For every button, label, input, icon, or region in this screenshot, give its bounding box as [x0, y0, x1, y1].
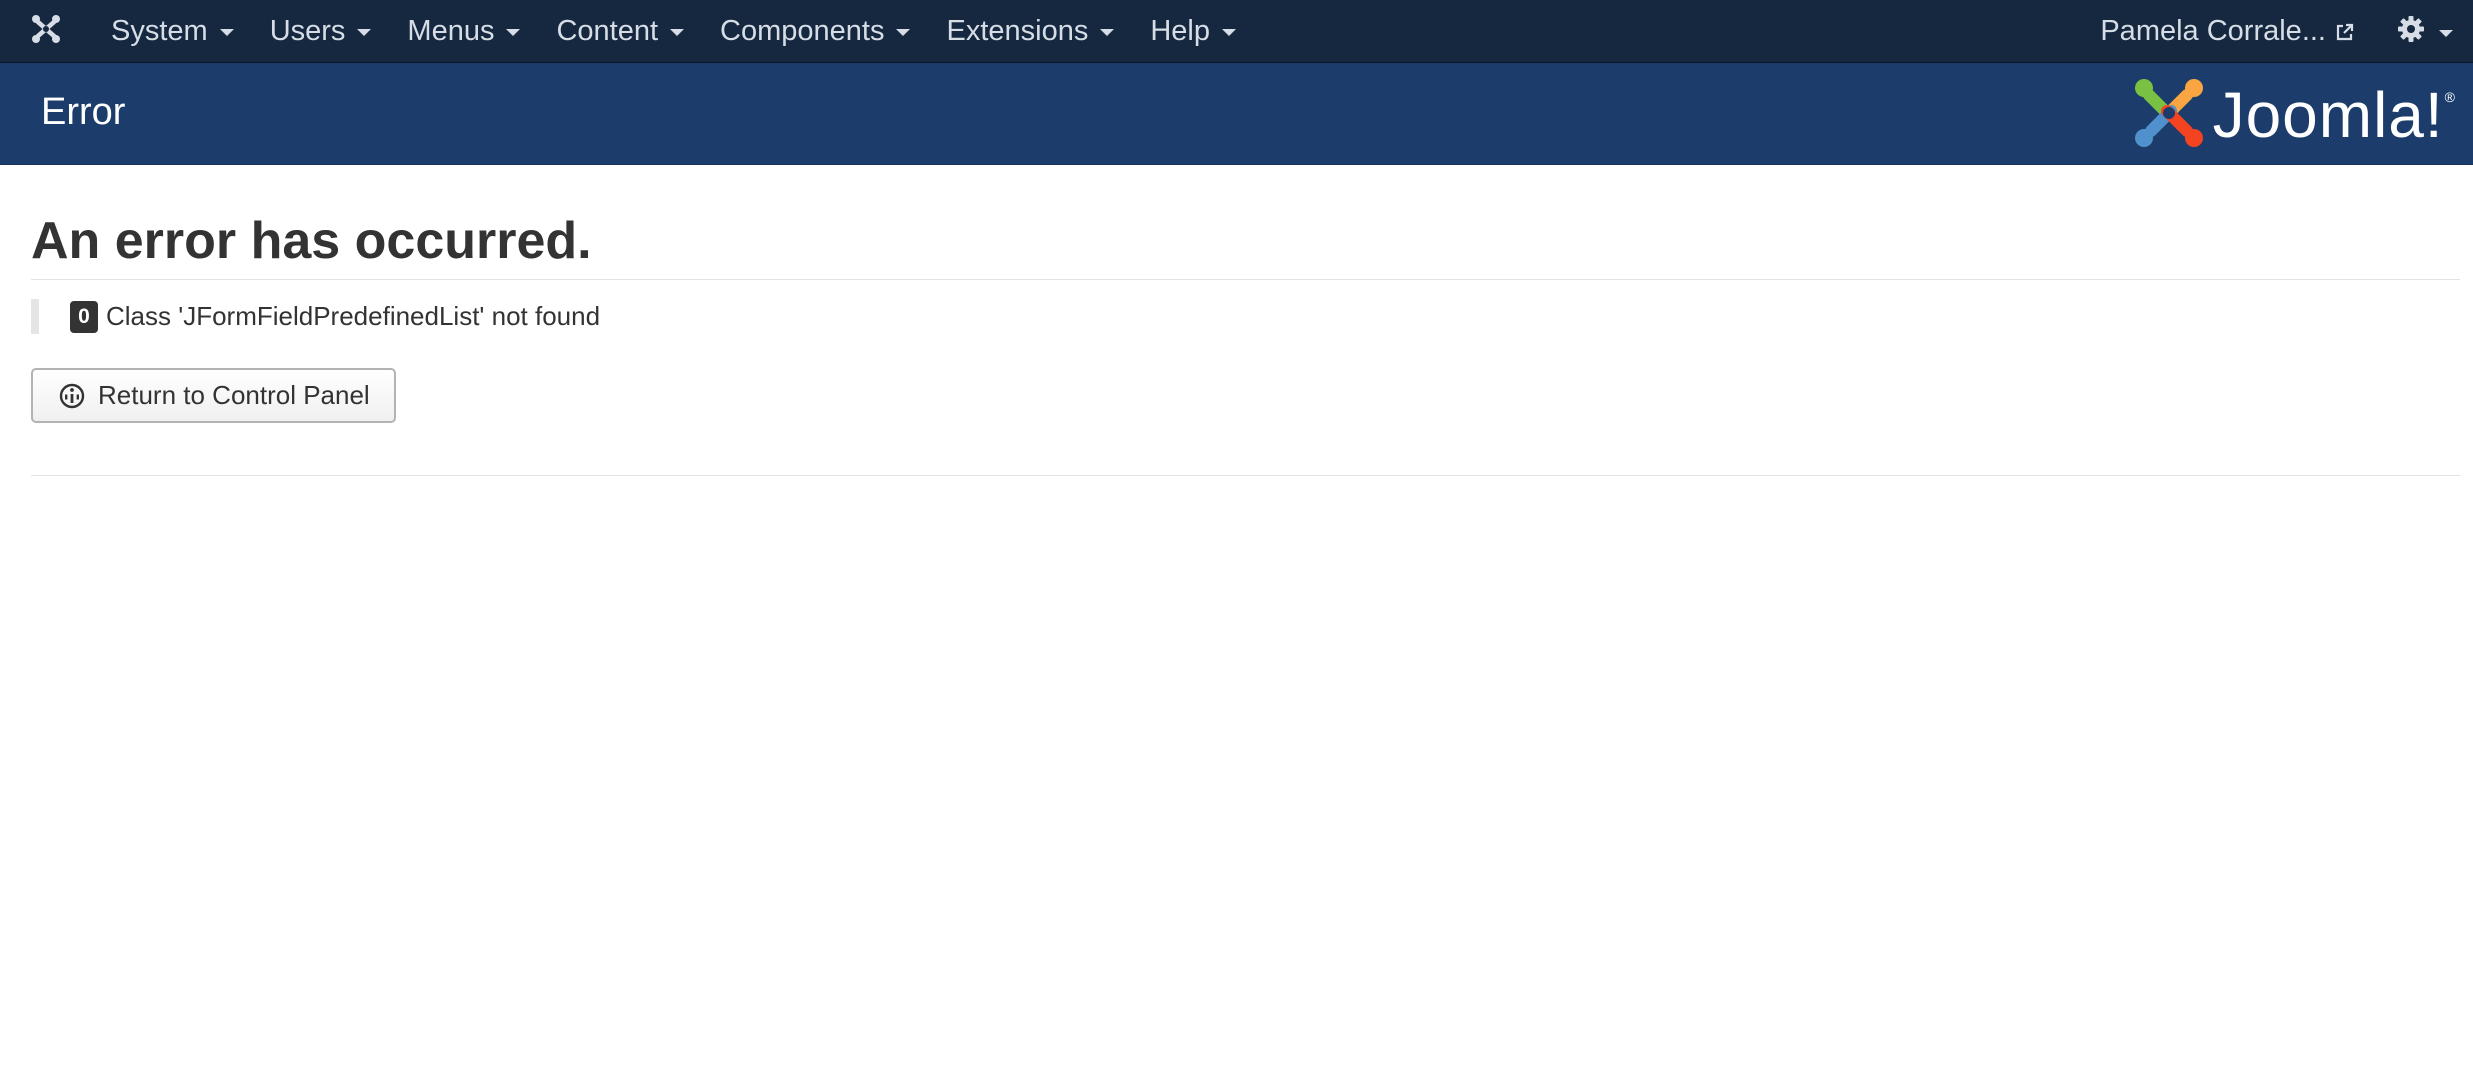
- joomla-icon: [30, 13, 62, 50]
- menu-label: Extensions: [946, 14, 1089, 47]
- menu-components[interactable]: Components: [705, 0, 931, 63]
- error-heading: An error has occurred.: [31, 212, 592, 270]
- site-user-link[interactable]: Pamela Corrale...: [2080, 0, 2385, 63]
- error-message: Class 'JFormFieldPredefinedList' not fou…: [106, 301, 601, 331]
- divider: [31, 279, 2460, 280]
- menu-label: Help: [1150, 14, 1210, 47]
- caret-down-icon: [506, 29, 521, 36]
- menu-label: Menus: [407, 14, 495, 47]
- main-menu: System Users Menus Content Components Ex…: [95, 0, 1257, 63]
- page-header: Error Joomla! ®: [0, 63, 2473, 165]
- joomla-logo-mark-icon: [2131, 75, 2207, 156]
- main-content: An error has occurred. 0 Class 'JFormFie…: [31, 165, 2460, 476]
- caret-down-icon: [219, 29, 234, 36]
- error-code-badge: 0: [70, 300, 98, 333]
- menu-help[interactable]: Help: [1135, 0, 1257, 63]
- menu-label: System: [111, 14, 208, 47]
- gear-icon: [2397, 15, 2425, 48]
- menu-menus[interactable]: Menus: [392, 0, 541, 63]
- brand-name: Joomla!: [2212, 79, 2444, 151]
- caret-down-icon: [2439, 29, 2453, 37]
- divider: [31, 475, 2460, 476]
- navbar-right: Pamela Corrale...: [2080, 0, 2473, 63]
- joomla-logo: Joomla! ®: [2131, 77, 2455, 153]
- menu-label: Components: [720, 14, 885, 47]
- menu-system[interactable]: System: [95, 0, 255, 63]
- button-label: Return to Control Panel: [98, 380, 370, 410]
- caret-down-icon: [670, 29, 685, 36]
- menu-users[interactable]: Users: [255, 0, 393, 63]
- return-to-control-panel-button[interactable]: Return to Control Panel: [31, 368, 396, 423]
- error-message-block: 0 Class 'JFormFieldPredefinedList' not f…: [31, 299, 2460, 334]
- menu-label: Content: [556, 14, 659, 47]
- external-link-icon: [2335, 22, 2355, 42]
- top-navbar: System Users Menus Content Components Ex…: [0, 0, 2473, 63]
- dashboard-icon: [59, 383, 85, 409]
- caret-down-icon: [896, 29, 911, 36]
- menu-label: Users: [269, 14, 346, 47]
- joomla-home-link[interactable]: [0, 0, 95, 63]
- registered-mark: ®: [2444, 89, 2455, 105]
- menu-extensions[interactable]: Extensions: [931, 0, 1135, 63]
- user-name: Pamela Corrale...: [2100, 15, 2326, 47]
- caret-down-icon: [1100, 29, 1115, 36]
- caret-down-icon: [1222, 29, 1236, 36]
- settings-menu[interactable]: [2385, 0, 2473, 63]
- page-title: Error: [41, 91, 126, 133]
- menu-content[interactable]: Content: [541, 0, 705, 63]
- caret-down-icon: [357, 29, 372, 36]
